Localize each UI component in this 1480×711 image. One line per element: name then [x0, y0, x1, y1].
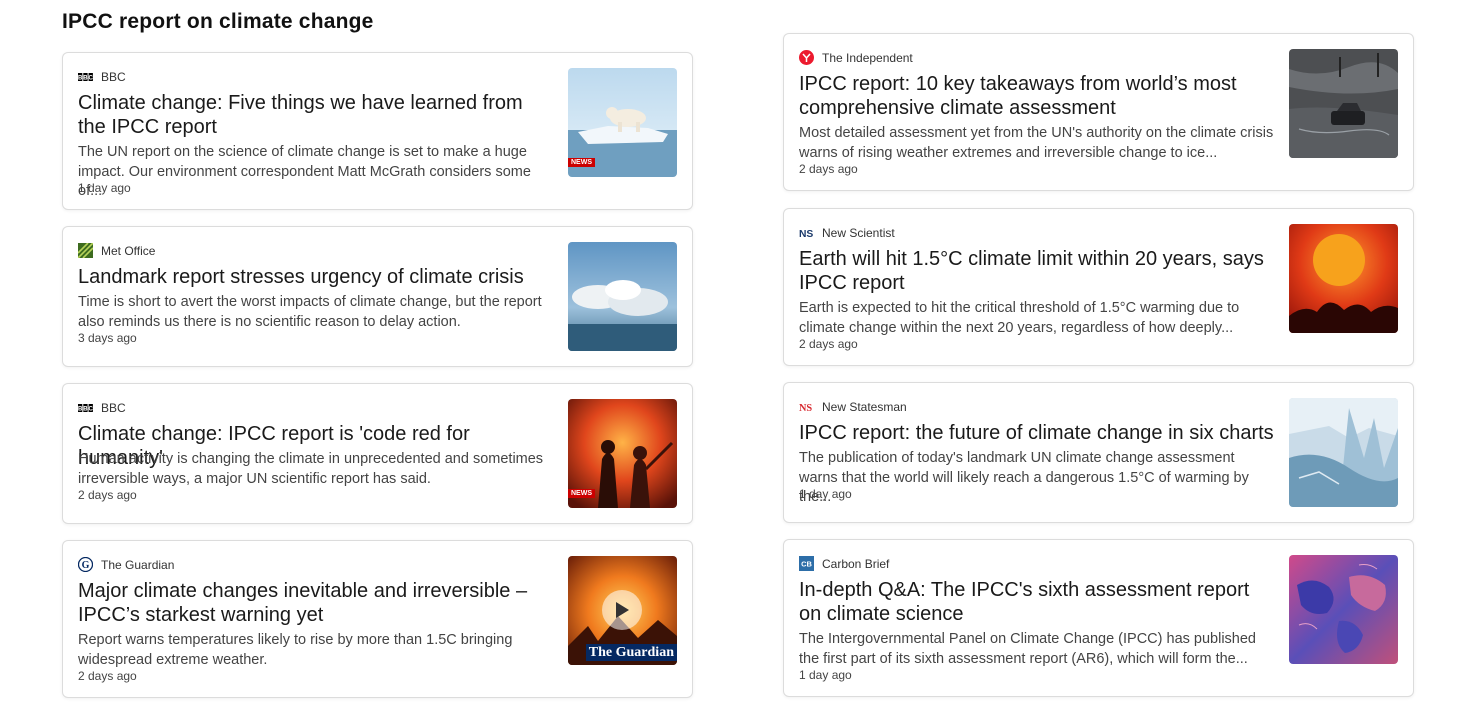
bbc-logo-icon: BBC [78, 400, 93, 415]
thumbnail-polar-bear[interactable]: NEWS [568, 68, 677, 177]
svg-text:B: B [78, 406, 83, 412]
guardian-logo-icon: G [78, 557, 93, 572]
thumbnail-flood-car[interactable] [1289, 49, 1398, 158]
timestamp: 2 days ago [78, 488, 137, 502]
thumbnail-red-sun[interactable] [1289, 224, 1398, 333]
source-name: New Statesman [822, 399, 907, 414]
news-card[interactable]: BBC BBC Climate change: IPCC report is '… [62, 383, 693, 524]
carbon-brief-logo-icon: CB [799, 556, 814, 571]
svg-text:G: G [82, 560, 90, 571]
timestamp: 1 day ago [799, 668, 852, 682]
new-scientist-logo-icon: NS [799, 225, 814, 240]
news-tag: NEWS [568, 158, 595, 167]
thumbnail-climate-map[interactable] [1289, 555, 1398, 664]
timestamp: 1 day ago [78, 181, 131, 195]
met-office-logo-icon [78, 243, 93, 258]
headline-link[interactable]: Major climate changes inevitable and irr… [78, 579, 553, 627]
page-title: IPCC report on climate change [62, 10, 374, 33]
snippet: The Intergovernmental Panel on Climate C… [799, 631, 1256, 667]
news-card[interactable]: G The Guardian Major climate changes ine… [62, 540, 693, 698]
headline-link[interactable]: Climate change: Five things we have lear… [78, 91, 553, 139]
snippet: Most detailed assessment yet from the UN… [799, 125, 1274, 161]
source-name: The Independent [822, 50, 913, 65]
svg-text:C: C [89, 75, 93, 81]
source-name: Carbon Brief [822, 556, 890, 571]
source: NS New Scientist [799, 225, 895, 240]
news-card[interactable]: NS New Statesman IPCC report: the future… [783, 382, 1414, 523]
play-icon[interactable] [602, 590, 642, 630]
guardian-tag: The Guardian [585, 644, 677, 661]
news-card[interactable]: The Independent IPCC report: 10 key take… [783, 33, 1414, 191]
timestamp: 2 days ago [799, 337, 858, 351]
source-name: BBC [101, 69, 126, 84]
source: Met Office [78, 243, 155, 258]
source-name: New Scientist [822, 225, 895, 240]
svg-text:B: B [83, 75, 88, 81]
thumbnail-wildfire-firefighters[interactable]: NEWS [568, 399, 677, 508]
snippet: The publication of today's landmark UN c… [799, 450, 1249, 505]
headline-link[interactable]: Earth will hit 1.5°C climate limit withi… [799, 247, 1274, 295]
news-tag: NEWS [568, 489, 595, 498]
svg-text:NS: NS [799, 229, 813, 239]
source: NS New Statesman [799, 399, 907, 414]
svg-text:C: C [89, 406, 93, 412]
new-statesman-logo-icon: NS [799, 399, 814, 414]
independent-logo-icon [799, 50, 814, 65]
source: CB Carbon Brief [799, 556, 889, 571]
headline-link[interactable]: IPCC report: 10 key takeaways from world… [799, 72, 1274, 120]
svg-text:CB: CB [801, 560, 812, 569]
thumbnail-glacier[interactable] [1289, 398, 1398, 507]
source: The Independent [799, 50, 913, 65]
headline-link[interactable]: IPCC report: the future of climate chang… [799, 421, 1274, 445]
svg-text:B: B [78, 75, 83, 81]
news-card[interactable]: Met Office Landmark report stresses urge… [62, 226, 693, 367]
thumbnail-clouds[interactable] [568, 242, 677, 351]
news-card[interactable]: CB Carbon Brief In-depth Q&A: The IPCC's… [783, 539, 1414, 697]
timestamp: 2 days ago [799, 162, 858, 176]
timestamp: 1 day ago [799, 487, 852, 501]
timestamp: 3 days ago [78, 331, 137, 345]
bbc-logo-icon: BBC [78, 69, 93, 84]
source: BBC BBC [78, 69, 126, 84]
svg-text:B: B [83, 406, 88, 412]
source-name: The Guardian [101, 557, 175, 572]
snippet: The UN report on the science of climate … [78, 144, 531, 199]
source: G The Guardian [78, 557, 174, 572]
snippet: Human activity is changing the climate i… [78, 451, 544, 487]
svg-text:NS: NS [799, 403, 812, 413]
timestamp: 2 days ago [78, 669, 137, 683]
news-card[interactable]: NS New Scientist Earth will hit 1.5°C cl… [783, 208, 1414, 366]
headline-link[interactable]: In-depth Q&A: The IPCC's sixth assessmen… [799, 578, 1274, 626]
source-name: Met Office [101, 243, 156, 258]
news-card[interactable]: BBC BBC Climate change: Five things we h… [62, 52, 693, 210]
snippet: Earth is expected to hit the critical th… [799, 300, 1240, 336]
source: BBC BBC [78, 400, 126, 415]
thumbnail-fire-video[interactable]: The Guardian [568, 556, 677, 665]
snippet: Time is short to avert the worst impacts… [78, 294, 542, 330]
source-name: BBC [101, 400, 126, 415]
snippet: Report warns temperatures likely to rise… [78, 632, 513, 668]
headline-link[interactable]: Landmark report stresses urgency of clim… [78, 265, 553, 289]
